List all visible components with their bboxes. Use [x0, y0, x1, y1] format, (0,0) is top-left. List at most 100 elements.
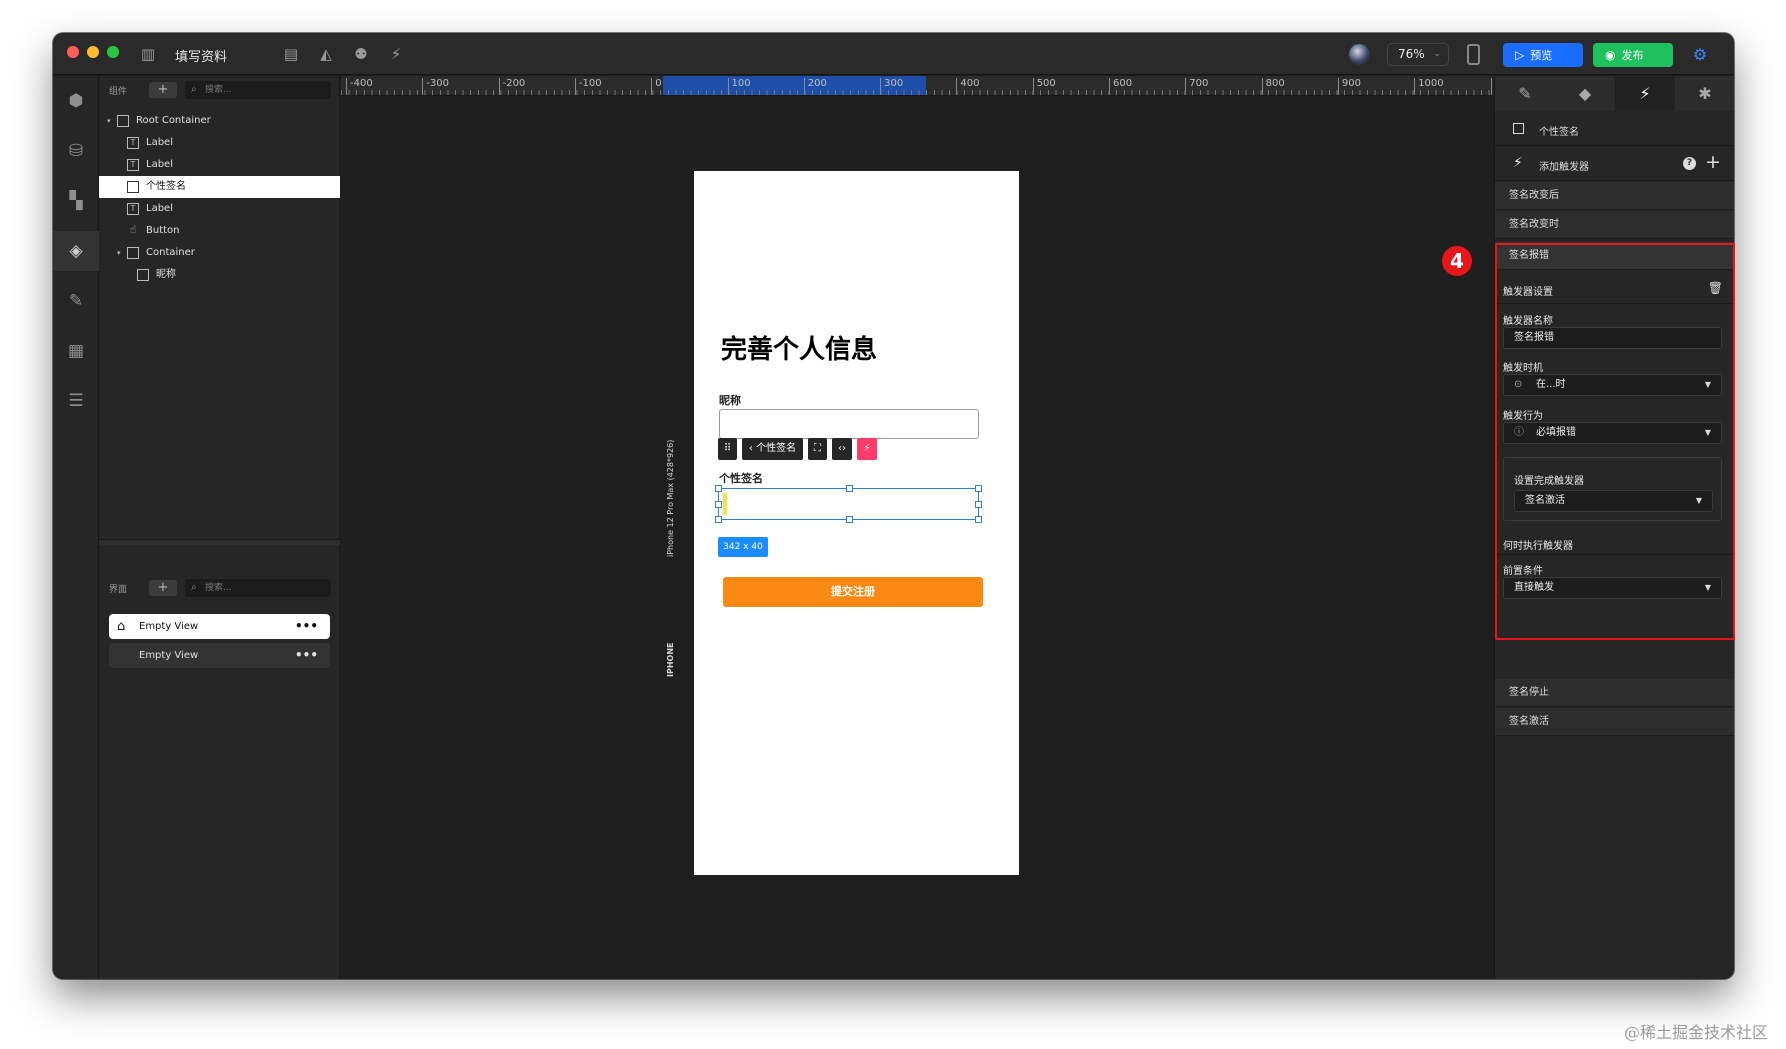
- views-header: 界面 + ⌕ 搜索...: [99, 574, 340, 602]
- parent-select-button[interactable]: ‹ 个性签名: [742, 438, 803, 460]
- component-name: 个性签名: [1539, 127, 1579, 138]
- tree-item[interactable]: 个性签名: [99, 176, 340, 198]
- sliders-icon[interactable]: ⚙: [1689, 44, 1711, 66]
- add-trigger-label: 添加触发器: [1539, 162, 1589, 173]
- trigger-tab-icon[interactable]: ⚡: [1615, 76, 1675, 111]
- style-brush-icon[interactable]: ✎: [1495, 76, 1555, 111]
- text-cursor: [723, 493, 727, 515]
- tree-item[interactable]: T Label: [99, 198, 340, 220]
- preview-button[interactable]: ▷ 预览: [1503, 43, 1583, 67]
- sidebar-toggle-icon[interactable]: ▥: [137, 43, 159, 65]
- resize-handle[interactable]: [715, 485, 722, 492]
- more-icon[interactable]: •••: [295, 614, 318, 639]
- submit-button[interactable]: 提交注册: [723, 577, 983, 607]
- nickname-input[interactable]: [719, 409, 979, 439]
- resize-handle[interactable]: [975, 485, 982, 492]
- add-trigger-button[interactable]: +: [1705, 151, 1721, 173]
- title-bar: ▥ 填写资料 ▤ ◭ ⚉ ⚡ 76% ⌄ ▷ 预览 ◉ 发布 ⚙: [53, 33, 1734, 75]
- more-icon[interactable]: •••: [295, 643, 318, 668]
- size-badge: 342 x 40: [718, 537, 768, 557]
- search-icon: ⌕: [191, 582, 197, 593]
- diamond-icon[interactable]: ◆: [1555, 76, 1615, 111]
- flash-icon[interactable]: ⚡: [385, 43, 407, 65]
- input-icon: [127, 181, 139, 193]
- trigger-item[interactable]: 签名改变时: [1495, 211, 1734, 239]
- code-icon[interactable]: ‹›: [832, 438, 852, 460]
- trigger-item[interactable]: 签名改变后: [1495, 182, 1734, 210]
- publish-button[interactable]: ◉ 发布: [1593, 43, 1673, 67]
- tree-item-label: Label: [146, 203, 173, 214]
- table-icon[interactable]: ▦: [53, 331, 99, 371]
- view-search-input[interactable]: ⌕ 搜索...: [185, 579, 331, 597]
- text-icon: T: [127, 203, 139, 215]
- component-panel: 组件 + ⌕ 搜索... ▾ Root Container T Label T Label 个…: [99, 76, 340, 979]
- tree-item[interactable]: T Label: [99, 154, 340, 176]
- tree-item-label: Container: [146, 247, 195, 258]
- resize-handle[interactable]: [715, 516, 722, 523]
- expand-caret-icon[interactable]: ▾: [117, 242, 121, 264]
- help-icon[interactable]: ?: [1683, 157, 1696, 170]
- components-icon[interactable]: ⚉: [350, 43, 372, 65]
- bug-icon[interactable]: ✱: [1675, 76, 1734, 111]
- watermark: @稀土掘金技术社区: [1623, 1023, 1768, 1042]
- panel-divider[interactable]: [99, 539, 340, 545]
- design-canvas[interactable]: -400 -300 -200 -100 0 100 200 300 400 500 600 700 80…: [341, 76, 1493, 979]
- add-view-button[interactable]: +: [149, 580, 177, 596]
- device-type: IPHONE: [666, 642, 675, 678]
- cube-icon[interactable]: ⬢: [53, 81, 99, 121]
- layout-icon[interactable]: ▚: [53, 181, 99, 221]
- components-header: 组件 + ⌕ 搜索...: [99, 76, 340, 104]
- resize-handle[interactable]: [975, 516, 982, 523]
- zoom-value: 76%: [1398, 47, 1425, 61]
- app-window: ▥ 填写资料 ▤ ◭ ⚉ ⚡ 76% ⌄ ▷ 预览 ◉ 发布 ⚙ ⬢ ⛁ ▚ ◈ ✎ …: [53, 33, 1734, 979]
- shapes-icon[interactable]: ◭: [315, 43, 337, 65]
- tree-item[interactable]: ▾ Root Container: [99, 110, 340, 132]
- flash-icon: ⚡: [1513, 155, 1523, 171]
- chevron-down-icon: ⌄: [1433, 49, 1441, 59]
- view-item[interactable]: ⌂ Empty View •••: [109, 614, 330, 639]
- document-icon[interactable]: ▤: [280, 43, 302, 65]
- tree-item-label: Label: [146, 159, 173, 170]
- tree-item[interactable]: ☝ Button: [99, 220, 340, 242]
- view-item[interactable]: Empty View •••: [109, 643, 330, 668]
- tree-item[interactable]: T Label: [99, 132, 340, 154]
- trigger-item[interactable]: 签名激活: [1495, 708, 1734, 736]
- resize-handle[interactable]: [846, 485, 853, 492]
- list-icon[interactable]: ☰: [53, 381, 99, 421]
- device-label: IPHONE iPhone 12 Pro Max (428*926): [663, 434, 683, 694]
- component-search-input[interactable]: ⌕ 搜索...: [185, 81, 331, 99]
- tree-item-label: 昵称: [156, 269, 176, 280]
- resize-handle[interactable]: [975, 501, 982, 508]
- input-icon: [137, 269, 149, 281]
- minimize-window-button[interactable]: [87, 46, 99, 58]
- tool-rail: ⬢ ⛁ ▚ ◈ ✎ ▦ ☰: [53, 76, 99, 979]
- fullscreen-icon[interactable]: ⛶: [808, 438, 827, 460]
- text-icon: T: [127, 159, 139, 171]
- plugin-icon[interactable]: ✎: [53, 281, 99, 321]
- device-icon[interactable]: [1467, 44, 1480, 65]
- trigger-item[interactable]: 签名停止: [1495, 679, 1734, 707]
- resize-handle[interactable]: [715, 501, 722, 508]
- window-title: 填写资料: [175, 50, 228, 65]
- zoom-select[interactable]: 76% ⌄: [1387, 43, 1449, 66]
- tree-item[interactable]: ▾ Container: [99, 242, 340, 264]
- device-model: iPhone 12 Pro Max (428*926): [666, 439, 675, 557]
- phone-screen[interactable]: 完善个人信息 昵称 ⠿ ‹ 个性签名 ⛶ ‹› ⚡ 个性签名 342 x 40 …: [694, 171, 1019, 875]
- eye-icon: ◉: [1605, 48, 1616, 62]
- signature-label: 个性签名: [719, 472, 763, 485]
- close-window-button[interactable]: [67, 46, 79, 58]
- layers-icon[interactable]: ◈: [53, 231, 99, 271]
- add-trigger-row: ⚡ 添加触发器 ? +: [1495, 147, 1734, 181]
- avatar[interactable]: [1349, 44, 1370, 65]
- tree-item[interactable]: 昵称: [99, 264, 340, 286]
- drag-handle-icon[interactable]: ⠿: [718, 438, 737, 460]
- tree-item-label: Root Container: [136, 115, 211, 126]
- expand-caret-icon[interactable]: ▾: [107, 110, 111, 132]
- maximize-window-button[interactable]: [107, 46, 119, 58]
- trigger-icon[interactable]: ⚡: [857, 438, 877, 460]
- search-icon: ⌕: [191, 84, 197, 95]
- blocks-icon[interactable]: ⛁: [53, 131, 99, 171]
- add-component-button[interactable]: +: [149, 82, 177, 98]
- resize-handle[interactable]: [846, 516, 853, 523]
- signature-input[interactable]: [715, 485, 982, 523]
